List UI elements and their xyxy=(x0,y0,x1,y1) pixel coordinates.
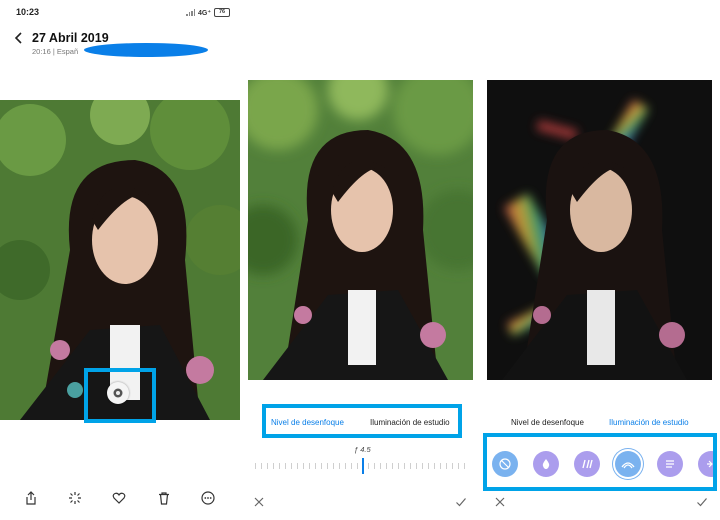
photo-date-title: 27 Abril 2019 xyxy=(32,31,109,45)
more-icon[interactable] xyxy=(199,489,217,507)
share-icon[interactable] xyxy=(22,489,40,507)
bokeh-highlight-box xyxy=(84,368,156,423)
battery-icon: 76 xyxy=(214,8,231,17)
slider-tick xyxy=(255,463,256,469)
photo-meta: 20:16 | Españ xyxy=(32,47,79,56)
trash-icon[interactable] xyxy=(155,489,173,507)
slider-tick xyxy=(291,463,292,469)
slider-tick xyxy=(309,463,310,469)
tab-blur-level-2[interactable]: Nivel de desenfoque xyxy=(511,418,584,427)
slider-tick xyxy=(357,463,358,469)
slider-tick xyxy=(416,463,417,469)
magic-wand-icon[interactable] xyxy=(66,489,84,507)
slider-tick xyxy=(398,463,399,469)
slider-tick xyxy=(386,463,387,469)
tab-studio-lighting-2[interactable]: Iluminación de estudio xyxy=(609,418,689,427)
close-icon[interactable] xyxy=(253,496,265,508)
rainbow-effect-icon[interactable] xyxy=(615,451,641,477)
drop-effect-icon[interactable] xyxy=(533,451,559,477)
slider-tick xyxy=(345,463,346,469)
slider-tick xyxy=(410,463,411,469)
back-arrow-icon[interactable] xyxy=(12,31,26,45)
none-effect-icon[interactable] xyxy=(492,451,518,477)
slider-tick xyxy=(392,463,393,469)
lines-effect-icon[interactable] xyxy=(657,451,683,477)
lighting-effects-highlight-box xyxy=(483,433,717,491)
slider-tick xyxy=(368,463,369,469)
slider-tick xyxy=(297,463,298,469)
slider-tick xyxy=(261,463,262,469)
slider-tick xyxy=(303,463,304,469)
slider-tick xyxy=(321,463,322,469)
signal-icon xyxy=(186,9,195,16)
slider-tick xyxy=(267,463,268,469)
aperture-value: ƒ 4.5 xyxy=(354,445,371,454)
slider-tick xyxy=(428,463,429,469)
slider-tick xyxy=(440,463,441,469)
slider-tick xyxy=(374,463,375,469)
slider-tick xyxy=(422,463,423,469)
slider-tick xyxy=(434,463,435,469)
tab-blur-level[interactable]: Nivel de desenfoque xyxy=(271,418,344,427)
slider-tick xyxy=(273,463,274,469)
check-icon[interactable] xyxy=(455,496,467,508)
slider-tick xyxy=(339,463,340,469)
status-time: 10:23 xyxy=(16,7,40,17)
slider-tick xyxy=(333,463,334,469)
status-icons: 4G⁺ 76 xyxy=(186,8,231,17)
network-type: 4G⁺ xyxy=(198,9,212,17)
slider-tick xyxy=(464,463,465,469)
studio-lighting-photo xyxy=(487,80,712,380)
slider-tick xyxy=(446,463,447,469)
tab-studio-lighting[interactable]: Iluminación de estudio xyxy=(370,418,450,427)
slider-tick xyxy=(285,463,286,469)
slider-tick xyxy=(279,463,280,469)
check-icon-2[interactable] xyxy=(696,496,708,508)
blur-level-slider[interactable] xyxy=(255,456,465,476)
slider-tick xyxy=(315,463,316,469)
slider-tick xyxy=(380,463,381,469)
slider-tick xyxy=(327,463,328,469)
stripes-effect-icon[interactable] xyxy=(574,451,600,477)
slider-tick xyxy=(404,463,405,469)
close-icon-2[interactable] xyxy=(494,496,506,508)
heart-icon[interactable] xyxy=(110,489,128,507)
slider-tick xyxy=(351,463,352,469)
slider-tick xyxy=(452,463,453,469)
slider-thumb[interactable] xyxy=(362,458,364,474)
blurred-background-photo xyxy=(248,80,473,380)
partial-effect-icon[interactable] xyxy=(698,451,713,477)
redaction-mark xyxy=(84,43,208,57)
slider-tick xyxy=(458,463,459,469)
